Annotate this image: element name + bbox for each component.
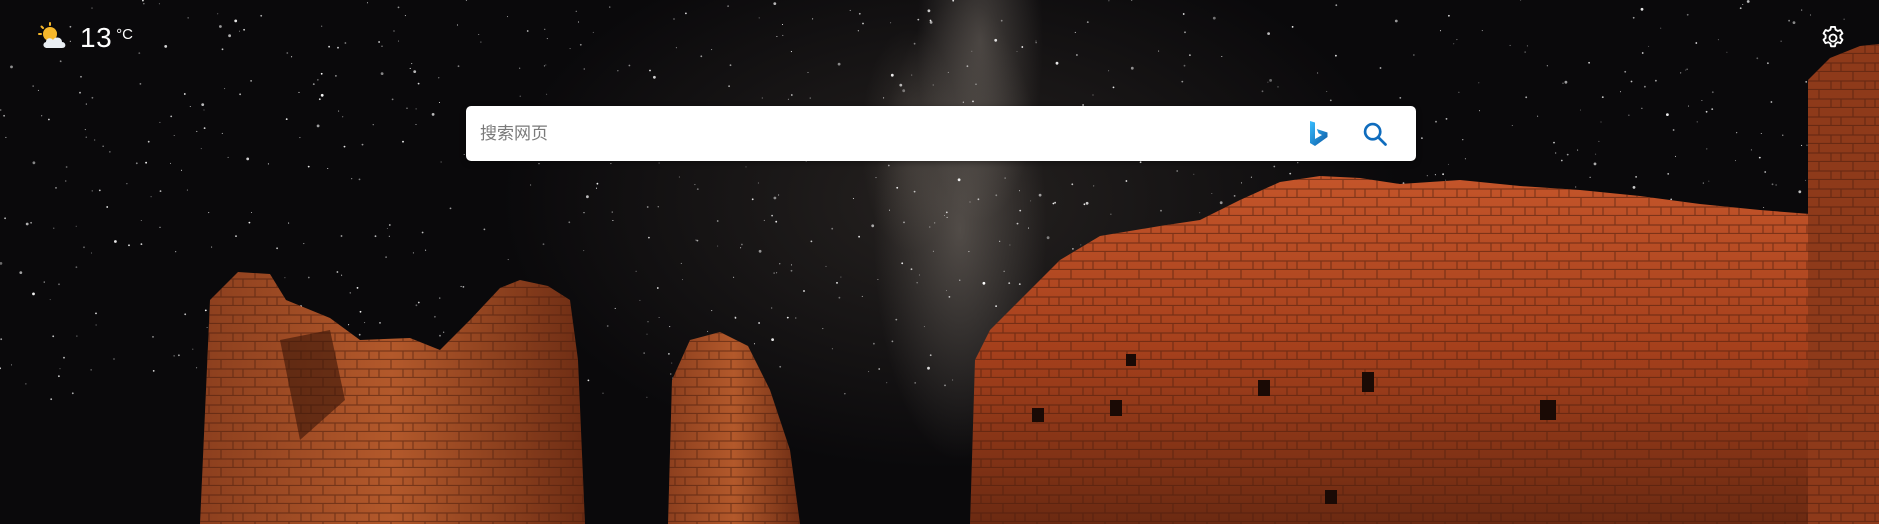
search-bar (466, 106, 1416, 161)
partly-cloudy-icon (38, 22, 66, 48)
gear-icon (1822, 25, 1844, 48)
search-button[interactable] (1358, 117, 1392, 151)
search-input[interactable] (466, 106, 1308, 161)
settings-button[interactable] (1819, 24, 1847, 52)
temperature-value: 13 (80, 22, 113, 53)
temperature-unit: °C (116, 26, 133, 43)
weather-widget[interactable]: 13 °C (38, 20, 133, 56)
bing-logo-icon[interactable] (1308, 120, 1330, 148)
new-tab-page: 13 °C (0, 0, 1879, 524)
background-ruins (200, 44, 1879, 524)
search-icon (1363, 122, 1387, 146)
